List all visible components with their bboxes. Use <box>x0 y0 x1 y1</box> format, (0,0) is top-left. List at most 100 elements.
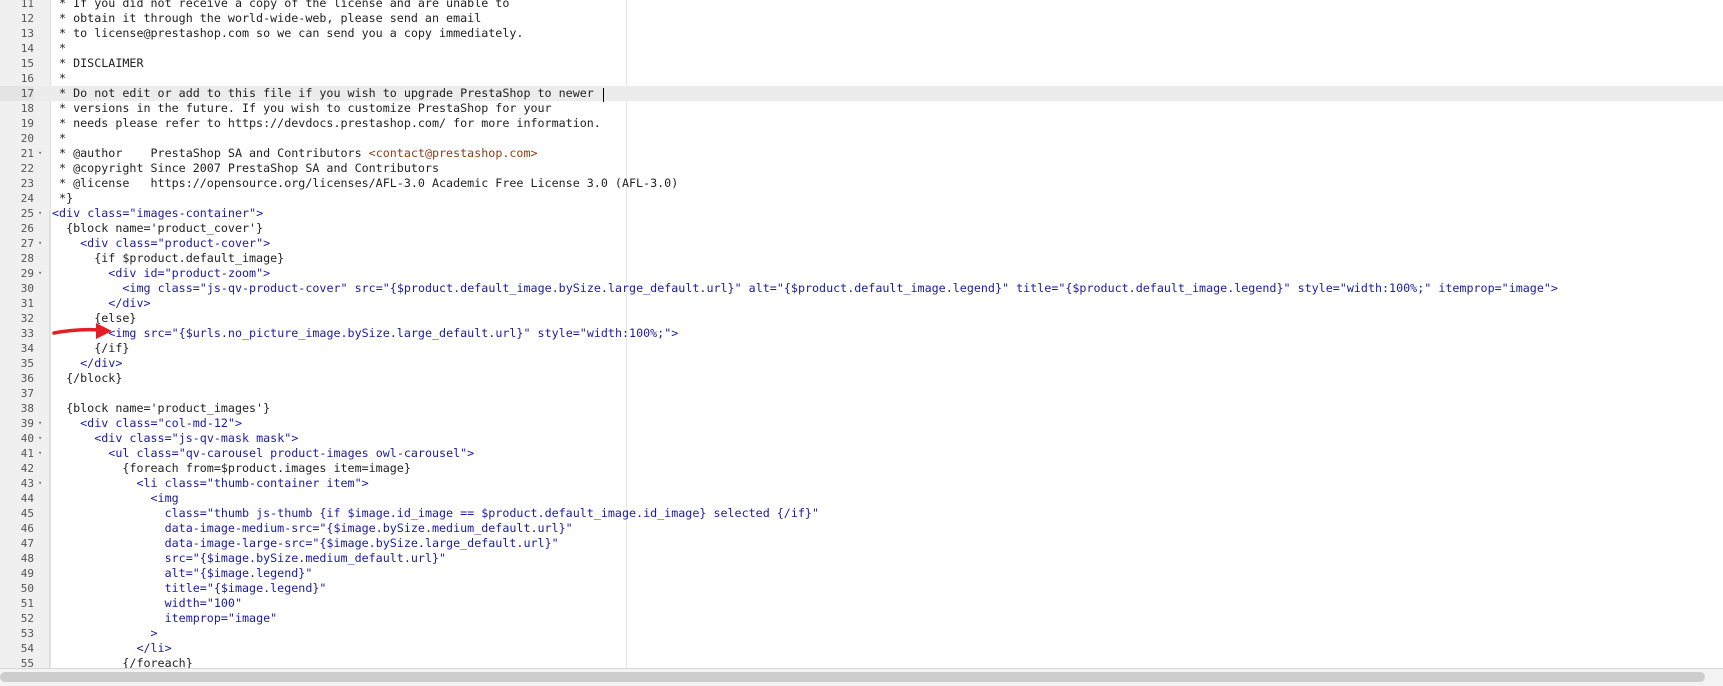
code-text: * versions in the future. If you wish to… <box>52 101 552 116</box>
fold-arrow-icon[interactable]: ▾ <box>38 476 48 491</box>
code-line[interactable]: 45 class="thumb js-thumb {if $image.id_i… <box>0 506 1723 521</box>
fold-arrow-icon[interactable]: ▾ <box>38 206 48 221</box>
code-line[interactable]: 37 <box>0 386 1723 401</box>
code-text: width="100" <box>52 596 242 611</box>
code-line[interactable]: 30 <img class="js-qv-product-cover" src=… <box>0 281 1723 296</box>
code-line[interactable]: 44 <img <box>0 491 1723 506</box>
line-number: 18 <box>20 102 34 115</box>
code-text: * @author PrestaShop SA and Contributors… <box>52 146 538 161</box>
code-line[interactable]: 28 {if $product.default_image} <box>0 251 1723 266</box>
code-token: "{$image.bySize.large_default.url}" <box>312 536 559 550</box>
code-line[interactable]: 33 <img src="{$urls.no_picture_image.byS… <box>0 326 1723 341</box>
code-editor[interactable]: 11 * If you did not receive a copy of th… <box>0 0 1723 668</box>
code-line[interactable]: 20 * <box>0 131 1723 146</box>
code-line[interactable]: 35 </div> <box>0 356 1723 371</box>
code-line[interactable]: 31 </div> <box>0 296 1723 311</box>
code-line[interactable]: 39 ▾ <div class="col-md-12"> <box>0 416 1723 431</box>
code-line[interactable]: 15 * DISCLAIMER <box>0 56 1723 71</box>
code-text: <div class="product-cover"> <box>52 236 270 251</box>
code-line[interactable]: 19 * needs please refer to https://devdo… <box>0 116 1723 131</box>
line-number: 38 <box>20 402 34 415</box>
code-line[interactable]: 43 ▾ <li class="thumb-container item"> <box>0 476 1723 491</box>
line-number: 33 <box>20 327 34 340</box>
line-number: 22 <box>20 162 34 175</box>
code-line[interactable]: 22 * @copyright Since 2007 PrestaShop SA… <box>0 161 1723 176</box>
line-number: 20 <box>20 132 34 145</box>
code-line[interactable]: 54 </li> <box>0 641 1723 656</box>
code-token: * to license@prestashop.com so we can se… <box>52 26 524 40</box>
horizontal-scrollbar-thumb[interactable] <box>0 672 1705 682</box>
code-line[interactable]: 50 title="{$image.legend}" <box>0 581 1723 596</box>
code-line[interactable]: 23 * @license https://opensource.org/lic… <box>0 176 1723 191</box>
line-number: 25 <box>20 207 34 220</box>
code-line[interactable]: 53 > <box>0 626 1723 641</box>
code-token: "product-cover"> <box>157 236 271 250</box>
code-token: <contact@prestashop.com> <box>368 146 538 160</box>
fold-arrow-icon[interactable]: ▾ <box>38 146 48 161</box>
code-token: <div <box>52 236 116 250</box>
code-line[interactable]: 11 * If you did not receive a copy of th… <box>0 0 1723 11</box>
code-line[interactable]: 42 {foreach from=$product.images item=im… <box>0 461 1723 476</box>
code-text: {foreach from=$product.images item=image… <box>52 461 411 476</box>
code-line[interactable]: 40 ▾ <div class="js-qv-mask mask"> <box>0 431 1723 446</box>
code-line[interactable]: 17 * Do not edit or add to this file if … <box>0 86 1723 101</box>
code-token: id= <box>143 266 165 280</box>
code-line[interactable]: 46 data-image-medium-src="{$image.bySize… <box>0 521 1723 536</box>
line-number: 17 <box>0 86 34 101</box>
line-number: 50 <box>20 582 34 595</box>
code-text: * needs please refer to https://devdocs.… <box>52 116 601 131</box>
line-number: 16 <box>20 72 34 85</box>
code-token: "js-qv-mask mask"> <box>171 431 299 445</box>
code-line[interactable]: 34 {/if} <box>0 341 1723 356</box>
code-line[interactable]: 52 itemprop="image" <box>0 611 1723 626</box>
code-line[interactable]: 49 alt="{$image.legend}" <box>0 566 1723 581</box>
horizontal-scrollbar[interactable] <box>0 668 1723 686</box>
fold-arrow-icon[interactable]: ▾ <box>38 236 48 251</box>
code-line[interactable]: 29 ▾ <div id="product-zoom"> <box>0 266 1723 281</box>
code-token: "width:100%;"> <box>579 326 679 340</box>
code-line[interactable]: 38 {block name='product_images'} <box>0 401 1723 416</box>
code-token: <img <box>52 281 158 295</box>
code-line[interactable]: 13 * to license@prestashop.com so we can… <box>0 26 1723 41</box>
line-number: 28 <box>20 252 34 265</box>
code-token: src= <box>354 281 383 295</box>
code-line[interactable]: 55 {/foreach} <box>0 656 1723 668</box>
code-line[interactable]: 12 * obtain it through the world-wide-we… <box>0 11 1723 26</box>
red-arrow-annotation-icon <box>52 323 112 339</box>
code-line[interactable]: 36 {/block} <box>0 371 1723 386</box>
code-line[interactable]: 24 *} <box>0 191 1723 206</box>
code-token: class= <box>129 431 172 445</box>
line-number: 36 <box>20 372 34 385</box>
fold-arrow-icon[interactable]: ▾ <box>38 446 48 461</box>
code-lines[interactable]: 11 * If you did not receive a copy of th… <box>0 0 1723 668</box>
code-token: <ul <box>52 446 137 460</box>
code-token: data-image-medium-src= <box>52 521 320 535</box>
code-line[interactable]: 41 ▾ <ul class="qv-carousel product-image… <box>0 446 1723 461</box>
code-token: {block name='product_cover'} <box>52 221 264 235</box>
code-line[interactable]: 16 * <box>0 71 1723 86</box>
code-token: "{$product.default_image.bySize.large_de… <box>382 281 749 295</box>
code-line[interactable]: 25 ▾ <div class="images-container"> <box>0 206 1723 221</box>
code-line[interactable]: 27 ▾ <div class="product-cover"> <box>0 236 1723 251</box>
code-line[interactable]: 32 {else} <box>0 311 1723 326</box>
code-line[interactable]: 26 {block name='product_cover'} <box>0 221 1723 236</box>
code-text: * @copyright Since 2007 PrestaShop SA an… <box>52 161 439 176</box>
code-line[interactable]: 14 * <box>0 41 1723 56</box>
code-line[interactable]: 48 src="{$image.bySize.medium_default.ur… <box>0 551 1723 566</box>
code-token: "width:100%;" <box>1339 281 1439 295</box>
line-number: 53 <box>20 627 34 640</box>
fold-arrow-icon[interactable]: ▾ <box>38 431 48 446</box>
fold-arrow-icon[interactable]: ▾ <box>38 416 48 431</box>
fold-arrow-icon[interactable]: ▾ <box>38 266 48 281</box>
code-token: itemprop= <box>52 611 228 625</box>
code-line[interactable]: 51 width="100" <box>0 596 1723 611</box>
code-line[interactable]: 18 * versions in the future. If you wish… <box>0 101 1723 116</box>
line-number: 32 <box>20 312 34 325</box>
code-text: {if $product.default_image} <box>52 251 284 266</box>
code-line[interactable]: 47 data-image-large-src="{$image.bySize.… <box>0 536 1723 551</box>
code-text: <div id="product-zoom"> <box>52 266 270 281</box>
code-token: "col-md-12"> <box>157 416 243 430</box>
code-token: itemprop= <box>1438 281 1502 295</box>
code-token: * versions in the future. If you wish to… <box>52 101 552 115</box>
code-line[interactable]: 21 ▾ * @author PrestaShop SA and Contribu… <box>0 146 1723 161</box>
